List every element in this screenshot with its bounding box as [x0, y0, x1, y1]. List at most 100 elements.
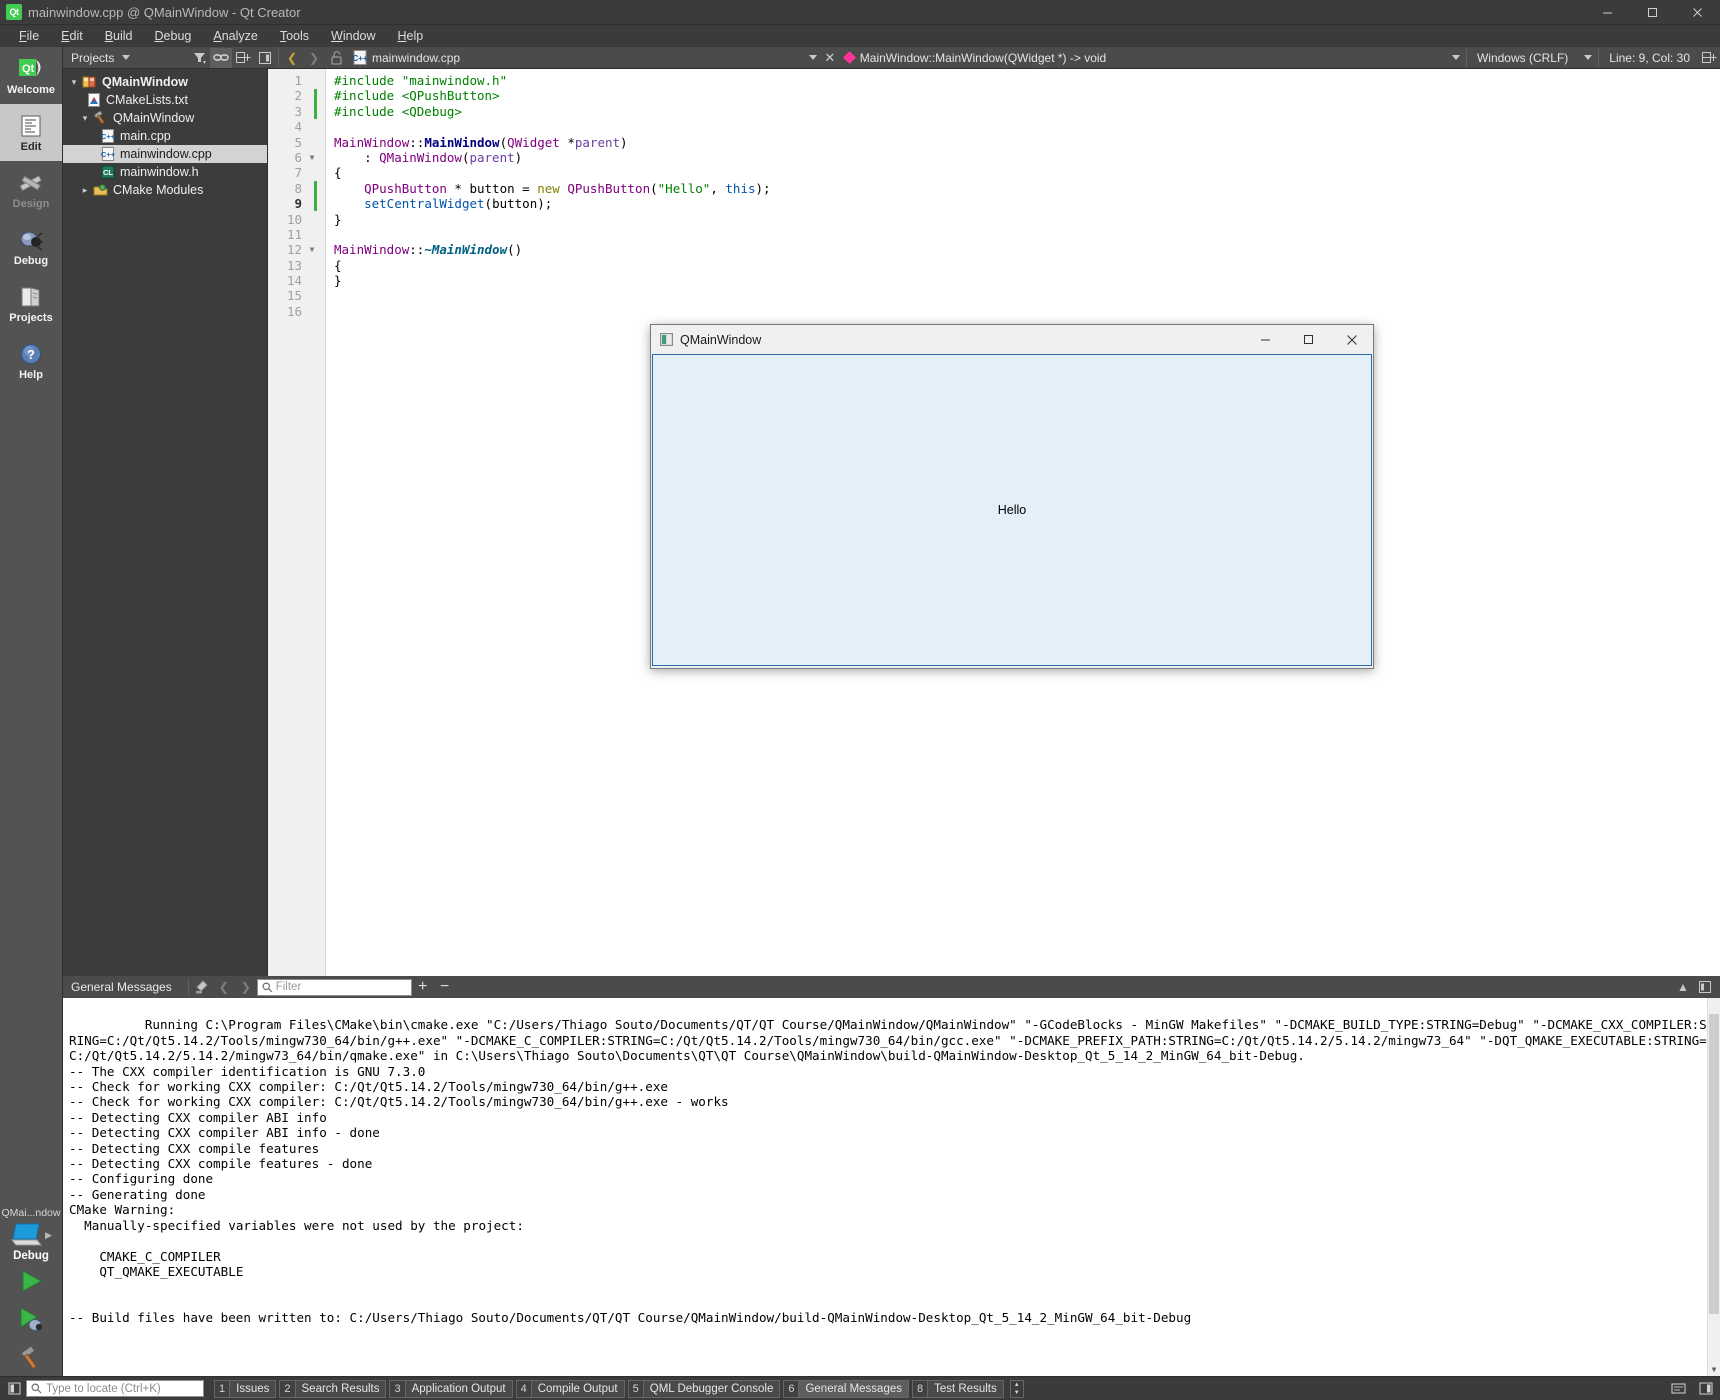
project-tree[interactable]: ▾ QMainWindow CMakeLists.txt ▾ QMainWind…	[63, 69, 267, 199]
tree-item-cmake-modules[interactable]: ▸ CMake Modules	[63, 181, 267, 199]
gutter-line[interactable]: 12 ▼	[268, 242, 325, 257]
gutter-line[interactable]: 8	[268, 181, 325, 196]
code-line[interactable]	[334, 119, 1720, 134]
menu-edit[interactable]: Edit	[50, 27, 94, 45]
menu-analyze[interactable]: Analyze	[202, 27, 268, 45]
sidebar-item-projects[interactable]: Projects	[0, 275, 62, 332]
output-tab-compile-output[interactable]: 4 Compile Output	[515, 1379, 625, 1398]
code-line[interactable]: }	[334, 273, 1720, 288]
close-editor-button[interactable]: ✕	[821, 50, 839, 66]
code-line[interactable]	[334, 288, 1720, 303]
output-tab-issues[interactable]: 1 Issues	[214, 1379, 277, 1398]
current-symbol-combo[interactable]: MainWindow::MainWindow(QWidget *) -> voi…	[839, 51, 1106, 65]
tree-item-qmainwindow-project[interactable]: ▾ QMainWindow	[63, 73, 267, 91]
symbol-combo-caret[interactable]	[1106, 48, 1464, 68]
kit-selector[interactable]: QMai...ndow ▶ Debug	[0, 1201, 62, 1262]
chevron-down-icon[interactable]: ▼	[1011, 1389, 1023, 1397]
tree-item-main-cpp[interactable]: C++ main.cpp	[63, 127, 267, 145]
gutter-line[interactable]: 14	[268, 273, 325, 288]
filter-input[interactable]: Filter	[256, 978, 412, 996]
tree-item-cmakelists[interactable]: CMakeLists.txt	[63, 91, 267, 109]
app-minimize-button[interactable]	[1244, 325, 1287, 354]
gutter-line[interactable]: 6 ▼	[268, 150, 325, 165]
menu-build[interactable]: Build	[94, 27, 144, 45]
clear-pane-icon[interactable]	[191, 977, 213, 997]
menu-file[interactable]: File	[8, 27, 50, 45]
chevron-up-icon[interactable]: ▲	[1011, 1381, 1023, 1389]
close-button[interactable]	[1675, 0, 1720, 25]
output-tab-search-results[interactable]: 2 Search Results	[279, 1379, 387, 1398]
app-window-title-bar[interactable]: QMainWindow	[651, 325, 1373, 354]
output-text[interactable]: Running C:\Program Files\CMake\bin\cmake…	[63, 998, 1720, 1376]
editor-gutter[interactable]: 1 2 3 4 5 6 ▼ 7 8 9 10 11 12 ▼ 13 14 15 16	[268, 69, 326, 976]
editor-tab-mainwindow-cpp[interactable]: C++ mainwindow.cpp	[347, 47, 463, 68]
navigate-back-button[interactable]: ❮	[281, 48, 303, 68]
gutter-line[interactable]: 1	[268, 73, 325, 88]
scrollbar-thumb[interactable]	[1709, 1014, 1719, 1314]
gutter-line[interactable]: 9	[268, 196, 325, 212]
start-debugging-button[interactable]	[0, 1300, 62, 1338]
run-button[interactable]	[0, 1262, 62, 1300]
code-line[interactable]	[334, 227, 1720, 242]
link-with-editor-button[interactable]	[210, 47, 232, 68]
gutter-line[interactable]: 16	[268, 304, 325, 319]
code-line[interactable]: QPushButton * button = new QPushButton("…	[334, 181, 1720, 196]
gutter-line[interactable]: 3	[268, 104, 325, 119]
prev-item-button[interactable]: ❮	[213, 977, 235, 997]
app-close-button[interactable]	[1330, 325, 1373, 354]
hello-push-button[interactable]: Hello	[652, 354, 1372, 666]
code-line[interactable]: {	[334, 258, 1720, 273]
code-line[interactable]: #include <QDebug>	[334, 104, 1720, 119]
code-line[interactable]: #include "mainwindow.h"	[334, 73, 1720, 88]
close-sidebar-button[interactable]	[254, 48, 276, 68]
gutter-line[interactable]: 7	[268, 165, 325, 180]
zoom-in-button[interactable]: +	[412, 977, 434, 997]
gutter-line[interactable]: 11	[268, 227, 325, 242]
menu-tools[interactable]: Tools	[269, 27, 320, 45]
sidebar-toggle-icon[interactable]	[6, 1381, 22, 1397]
fold-marker-icon[interactable]: ▼	[302, 150, 322, 165]
output-tab-qml-debugger-console[interactable]: 5 QML Debugger Console	[627, 1379, 781, 1398]
locator-input[interactable]: Type to locate (Ctrl+K)	[26, 1380, 204, 1397]
zoom-out-button[interactable]: −	[434, 977, 456, 997]
scroll-down-arrow-icon[interactable]: ▼	[1708, 1363, 1720, 1376]
code-line[interactable]: MainWindow::MainWindow(QWidget *parent)	[334, 135, 1720, 150]
split-editor-button[interactable]	[1698, 48, 1720, 68]
menu-help[interactable]: Help	[387, 27, 435, 45]
output-tab-test-results[interactable]: 8 Test Results	[912, 1379, 1004, 1398]
navigate-forward-button[interactable]: ❯	[303, 48, 325, 68]
chevron-down-icon[interactable]	[1584, 55, 1593, 60]
chevron-right-icon[interactable]: ▸	[78, 185, 92, 196]
gutter-line[interactable]: 10	[268, 212, 325, 227]
running-application-window[interactable]: QMainWindow Hello	[650, 324, 1374, 669]
chevron-down-icon[interactable]: ▾	[78, 113, 92, 124]
code-line[interactable]: #include <QPushButton>	[334, 88, 1720, 103]
line-ending-label[interactable]: Windows (CRLF)	[1469, 51, 1576, 65]
gutter-line[interactable]: 5	[268, 135, 325, 150]
maximize-button[interactable]	[1630, 0, 1675, 25]
sidebar-item-debug[interactable]: Debug	[0, 218, 62, 275]
output-scrollbar[interactable]: ▲ ▼	[1707, 998, 1720, 1376]
app-maximize-button[interactable]	[1287, 325, 1330, 354]
kit-target-row[interactable]: ▶	[10, 1221, 52, 1249]
split-button[interactable]	[232, 48, 254, 68]
sidebar-item-help[interactable]: ? Help	[0, 332, 62, 389]
code-line[interactable]: MainWindow::~MainWindow()	[334, 242, 1720, 257]
gutter-line[interactable]: 13	[268, 258, 325, 273]
fold-marker-icon[interactable]: ▼	[302, 242, 322, 257]
code-line[interactable]: }	[334, 212, 1720, 227]
sidebar-item-welcome[interactable]: Qt Welcome	[0, 47, 62, 104]
code-line[interactable]: setCentralWidget(button);	[334, 196, 1720, 211]
output-tab-spinner[interactable]: ▲ ▼	[1009, 1379, 1024, 1398]
filter-button[interactable]	[188, 48, 210, 68]
tree-item-qmainwindow-target[interactable]: ▾ QMainWindow	[63, 109, 267, 127]
chevron-down-icon[interactable]: ▾	[67, 77, 81, 88]
output-tab-application-output[interactable]: 3 Application Output	[389, 1379, 513, 1398]
unlocked-icon[interactable]	[325, 48, 347, 68]
output-tab-general-messages[interactable]: 6 General Messages	[783, 1379, 909, 1398]
tree-item-mainwindow-cpp[interactable]: C++ mainwindow.cpp	[63, 145, 267, 163]
gutter-line[interactable]: 4	[268, 119, 325, 134]
progress-details-icon[interactable]	[1670, 1381, 1686, 1397]
tree-item-mainwindow-h[interactable]: CL mainwindow.h	[63, 163, 267, 181]
menu-debug[interactable]: Debug	[144, 27, 203, 45]
